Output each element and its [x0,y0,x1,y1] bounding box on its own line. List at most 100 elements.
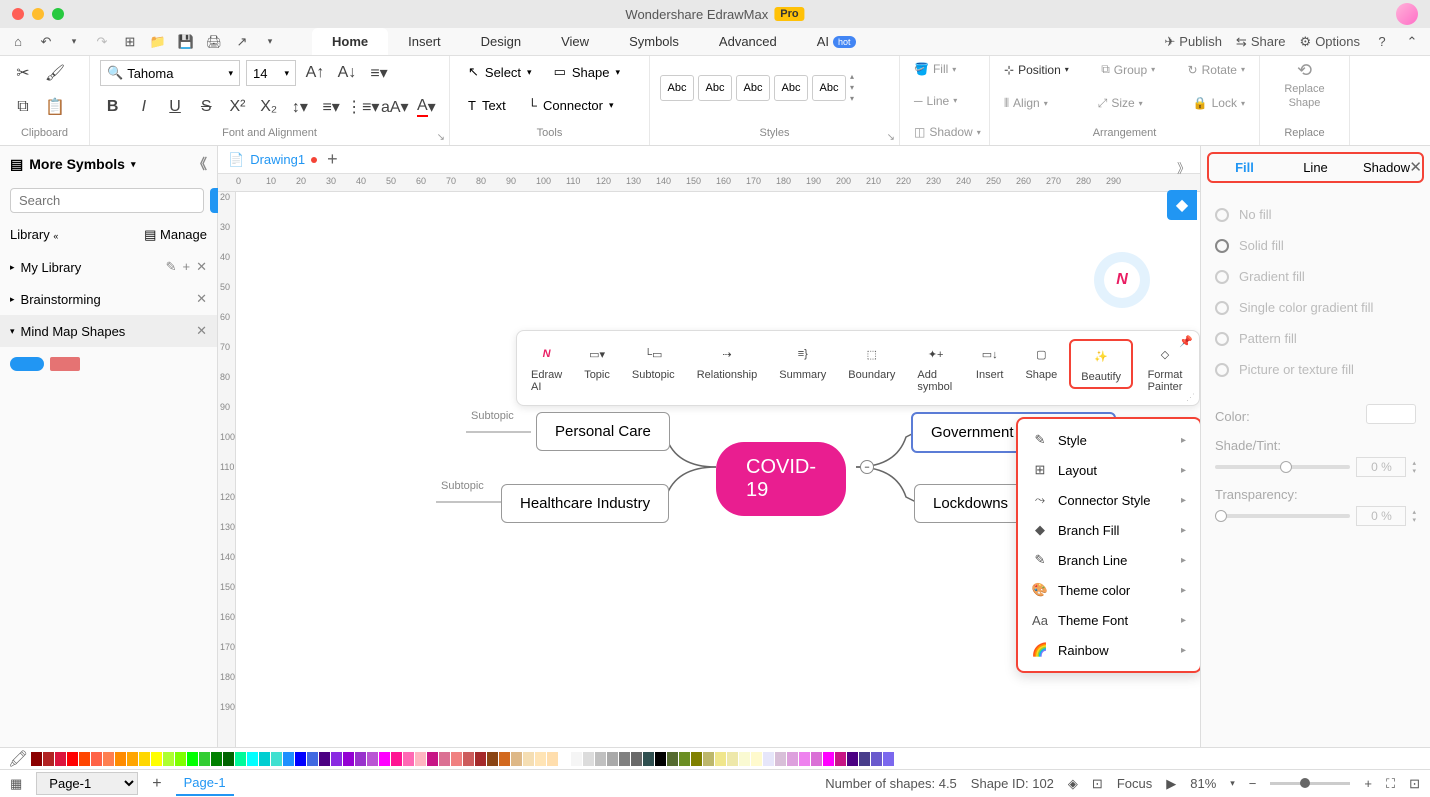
ft-subtopic[interactable]: └▭Subtopic [622,339,685,385]
text-tool[interactable]: TText [460,94,514,117]
export-icon[interactable]: ↗ [234,34,250,50]
color-swatch[interactable] [859,752,870,766]
page-select[interactable]: Page-1 [36,772,138,795]
color-swatch[interactable] [691,752,702,766]
color-swatch[interactable] [319,752,330,766]
ft-boundary[interactable]: ⬚Boundary [838,339,905,385]
group-dropdown[interactable]: ⧉Group▾ [1097,60,1159,79]
color-swatch[interactable] [667,752,678,766]
zoom-slider[interactable] [1270,782,1350,785]
align-dropdown[interactable]: ⫴Align▾ [1000,94,1052,113]
color-swatch[interactable] [499,752,510,766]
transparency-slider[interactable] [1215,514,1350,518]
color-swatch[interactable] [427,752,438,766]
color-swatch[interactable] [871,752,882,766]
bold-icon[interactable]: B [100,94,125,120]
underline-icon[interactable]: U [162,94,187,120]
presentation-icon[interactable]: ▶ [1166,776,1176,792]
shade-slider[interactable] [1215,465,1350,469]
color-swatch[interactable] [31,752,42,766]
shade-value[interactable]: 0 % [1356,457,1406,477]
color-swatch[interactable] [607,752,618,766]
focus-icon[interactable]: ⊡ [1092,776,1103,792]
publish-button[interactable]: ✈Publish [1164,34,1222,50]
help-icon[interactable]: ? [1374,34,1390,50]
close-lib-icon[interactable]: ✕ [196,259,207,275]
tab-insert[interactable]: Insert [388,28,461,55]
color-swatch[interactable] [511,752,522,766]
color-swatch[interactable] [715,752,726,766]
ft-shape[interactable]: ▢Shape [1015,339,1067,385]
library-label[interactable]: Library « [10,227,58,243]
ft-insert[interactable]: ▭↓Insert [966,339,1014,385]
format-brush-icon[interactable]: 🖌 [42,60,68,86]
color-swatch[interactable] [403,752,414,766]
zoom-dropdown[interactable]: ▾ [1230,778,1235,789]
close-panel-icon[interactable]: ✕ [1409,158,1422,176]
color-swatch[interactable] [151,752,162,766]
ai-assistant-button[interactable]: N [1094,252,1150,308]
font-launcher[interactable]: ↘ [437,132,445,143]
node-personal-care[interactable]: Personal Care [536,412,670,451]
fit-page-icon[interactable]: ⛶ [1386,776,1395,792]
page-tab[interactable]: Page-1 [176,771,234,796]
fill-gradient[interactable]: Gradient fill [1215,261,1416,292]
trans-up[interactable]: ▴ [1412,508,1416,516]
color-swatch[interactable] [571,752,582,766]
color-swatch[interactable] [259,752,270,766]
add-lib-icon[interactable]: + [183,259,191,275]
color-swatch[interactable] [523,752,534,766]
color-swatch[interactable] [415,752,426,766]
doc-tab-drawing1[interactable]: 📄 Drawing1 [228,152,317,168]
color-swatch[interactable] [331,752,342,766]
color-swatch[interactable] [247,752,258,766]
color-swatch[interactable] [703,752,714,766]
ft-summary[interactable]: ≡}Summary [769,339,836,385]
ctx-layout[interactable]: ⊞Layout▸ [1018,455,1200,485]
italic-icon[interactable]: I [131,94,156,120]
close-window[interactable] [12,8,24,20]
color-swatch[interactable] [175,752,186,766]
symbol-search-input[interactable] [10,188,204,213]
color-swatch[interactable] [655,752,666,766]
ft-topic[interactable]: ▭▾Topic [574,339,620,385]
node-center[interactable]: COVID-19 [716,442,846,516]
maximize-window[interactable] [52,8,64,20]
color-swatch[interactable] [79,752,90,766]
color-swatch[interactable] [235,752,246,766]
color-swatch[interactable] [547,752,558,766]
open-icon[interactable]: 📁 [150,34,166,50]
color-swatch[interactable] [487,752,498,766]
zoom-out-icon[interactable]: − [1249,776,1257,791]
style-preset-5[interactable]: Abc [812,75,846,101]
line-dropdown[interactable]: ─Line▾ [910,92,979,110]
more-dropdown[interactable]: ▾ [262,34,278,50]
transparency-value[interactable]: 0 % [1356,506,1406,526]
color-swatch[interactable] [343,752,354,766]
color-swatch[interactable] [799,752,810,766]
trans-down[interactable]: ▾ [1412,516,1416,524]
color-swatch[interactable] [127,752,138,766]
share-button[interactable]: ⇆Share [1236,34,1286,50]
lock-dropdown[interactable]: 🔒Lock▾ [1189,94,1249,112]
add-tab-icon[interactable]: + [327,149,338,170]
color-swatch[interactable] [727,752,738,766]
ft-edraw-ai[interactable]: NEdraw AI [521,339,572,397]
zoom-in-icon[interactable]: + [1364,776,1372,791]
color-swatch[interactable] [463,752,474,766]
color-swatch[interactable] [559,752,570,766]
user-avatar[interactable] [1396,3,1418,25]
tab-home[interactable]: Home [312,28,388,55]
style-preset-3[interactable]: Abc [736,75,770,101]
color-swatch[interactable] [187,752,198,766]
ctx-rainbow[interactable]: 🌈Rainbow▸ [1018,635,1200,665]
styles-launcher[interactable]: ↘ [887,132,895,143]
color-swatch[interactable] [199,752,210,766]
color-swatch[interactable] [475,752,486,766]
minimize-window[interactable] [32,8,44,20]
ft-beautify[interactable]: ✨Beautify [1069,339,1133,389]
replace-shape-button[interactable]: ⟲ Replace Shape [1284,60,1324,109]
eyedropper-icon[interactable]: 🖍 [8,749,26,769]
undo-dropdown[interactable]: ▾ [66,34,82,50]
color-swatch[interactable] [739,752,750,766]
